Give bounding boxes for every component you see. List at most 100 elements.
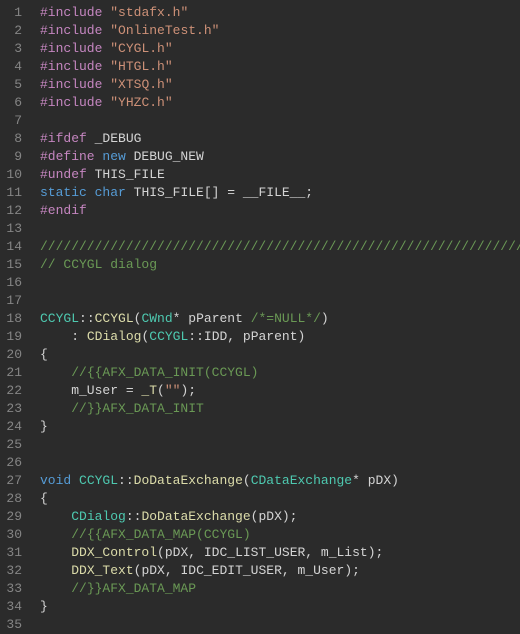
token-id: IDD bbox=[204, 329, 227, 344]
code-line[interactable] bbox=[40, 112, 520, 130]
line-number: 16 bbox=[6, 274, 22, 292]
code-line[interactable]: //}}AFX_DATA_INIT bbox=[40, 400, 520, 418]
token-kw-pp: #include bbox=[40, 23, 102, 38]
token-typ: CCYGL bbox=[149, 329, 188, 344]
line-number: 26 bbox=[6, 454, 22, 472]
code-line[interactable]: #include "HTGL.h" bbox=[40, 58, 520, 76]
token-def: _DEBUG bbox=[95, 131, 142, 146]
code-line[interactable]: CCYGL::CCYGL(CWnd* pParent /*=NULL*/) bbox=[40, 310, 520, 328]
code-line[interactable]: { bbox=[40, 346, 520, 364]
line-number: 20 bbox=[6, 346, 22, 364]
code-line[interactable] bbox=[40, 292, 520, 310]
token-op: ) bbox=[391, 473, 399, 488]
code-line[interactable]: #endif bbox=[40, 202, 520, 220]
code-line[interactable]: CDialog::DoDataExchange(pDX); bbox=[40, 508, 520, 526]
token-id: THIS_FILE[] = __FILE__; bbox=[126, 185, 313, 200]
line-number: 10 bbox=[6, 166, 22, 184]
line-number: 15 bbox=[6, 256, 22, 274]
token-id: pDX bbox=[258, 509, 281, 524]
code-line[interactable]: : CDialog(CCYGL::IDD, pParent) bbox=[40, 328, 520, 346]
token-op: ( bbox=[243, 473, 251, 488]
token-str: "YHZC.h" bbox=[110, 95, 172, 110]
code-line[interactable]: #ifdef _DEBUG bbox=[40, 130, 520, 148]
code-line[interactable]: #include "XTSQ.h" bbox=[40, 76, 520, 94]
line-number: 30 bbox=[6, 526, 22, 544]
code-line[interactable]: DDX_Control(pDX, IDC_LIST_USER, m_List); bbox=[40, 544, 520, 562]
code-line[interactable]: } bbox=[40, 598, 520, 616]
code-line[interactable]: //{{AFX_DATA_INIT(CCYGL) bbox=[40, 364, 520, 382]
token-op: ); bbox=[180, 383, 196, 398]
token-kw-pp: #include bbox=[40, 5, 102, 20]
code-line[interactable]: static char THIS_FILE[] = __FILE__; bbox=[40, 184, 520, 202]
code-line[interactable] bbox=[40, 436, 520, 454]
token-fn: CDialog bbox=[87, 329, 142, 344]
code-line[interactable]: #include "YHZC.h" bbox=[40, 94, 520, 112]
token-fn: CCYGL bbox=[95, 311, 134, 326]
line-number: 22 bbox=[6, 382, 22, 400]
token-id: m_User bbox=[298, 563, 345, 578]
token-id: pDX bbox=[360, 473, 391, 488]
token-id bbox=[87, 185, 95, 200]
token-kw: char bbox=[95, 185, 126, 200]
token-op: * bbox=[352, 473, 360, 488]
token-op: , bbox=[188, 545, 204, 560]
token-typ: CWnd bbox=[141, 311, 172, 326]
token-id: pDX bbox=[141, 563, 164, 578]
code-line[interactable]: { bbox=[40, 490, 520, 508]
code-line[interactable]: DDX_Text(pDX, IDC_EDIT_USER, m_User); bbox=[40, 562, 520, 580]
code-line[interactable]: #undef THIS_FILE bbox=[40, 166, 520, 184]
token-id bbox=[40, 329, 71, 344]
token-op: , bbox=[165, 563, 181, 578]
code-line[interactable] bbox=[40, 274, 520, 292]
token-fn: DoDataExchange bbox=[141, 509, 250, 524]
line-number-gutter: 1234567891011121314151617181920212223242… bbox=[0, 0, 32, 634]
code-line[interactable]: #include "CYGL.h" bbox=[40, 40, 520, 58]
code-line[interactable]: #include "OnlineTest.h" bbox=[40, 22, 520, 40]
line-number: 34 bbox=[6, 598, 22, 616]
token-str: "" bbox=[165, 383, 181, 398]
token-id bbox=[71, 473, 79, 488]
token-op: ) bbox=[298, 329, 306, 344]
code-line[interactable]: #define new DEBUG_NEW bbox=[40, 148, 520, 166]
token-typ: CCYGL bbox=[40, 311, 79, 326]
line-number: 29 bbox=[6, 508, 22, 526]
code-line[interactable]: //}}AFX_DATA_MAP bbox=[40, 580, 520, 598]
code-line[interactable] bbox=[40, 220, 520, 238]
code-line[interactable]: void CCYGL::DoDataExchange(CDataExchange… bbox=[40, 472, 520, 490]
token-id: m_List bbox=[321, 545, 368, 560]
line-number: 6 bbox=[6, 94, 22, 112]
token-op: :: bbox=[188, 329, 204, 344]
code-editor[interactable]: #include "stdafx.h"#include "OnlineTest.… bbox=[32, 0, 520, 634]
line-number: 35 bbox=[6, 616, 22, 634]
token-id bbox=[40, 509, 71, 524]
line-number: 2 bbox=[6, 22, 22, 40]
line-number: 23 bbox=[6, 400, 22, 418]
token-id: m_User = bbox=[40, 383, 141, 398]
code-line[interactable] bbox=[40, 454, 520, 472]
code-line[interactable]: // CCYGL dialog bbox=[40, 256, 520, 274]
token-fn: DoDataExchange bbox=[134, 473, 243, 488]
code-line[interactable]: #include "stdafx.h" bbox=[40, 4, 520, 22]
token-op: ); bbox=[344, 563, 360, 578]
code-line[interactable]: ////////////////////////////////////////… bbox=[40, 238, 520, 256]
token-com: //}}AFX_DATA_INIT bbox=[71, 401, 204, 416]
code-line[interactable]: //{{AFX_DATA_MAP(CCYGL) bbox=[40, 526, 520, 544]
line-number: 21 bbox=[6, 364, 22, 382]
token-id bbox=[40, 365, 71, 380]
token-op: , bbox=[305, 545, 321, 560]
code-line[interactable] bbox=[40, 616, 520, 634]
code-line[interactable]: m_User = _T(""); bbox=[40, 382, 520, 400]
token-com: // CCYGL dialog bbox=[40, 257, 157, 272]
token-fn: DDX_Text bbox=[71, 563, 133, 578]
code-line[interactable]: } bbox=[40, 418, 520, 436]
line-number: 7 bbox=[6, 112, 22, 130]
token-id: pParent bbox=[243, 329, 298, 344]
token-str: "CYGL.h" bbox=[110, 41, 172, 56]
token-op: ( bbox=[157, 383, 165, 398]
token-kw-pp: #endif bbox=[40, 203, 87, 218]
token-kw-pp: #include bbox=[40, 95, 102, 110]
token-id: DEBUG_NEW bbox=[126, 149, 204, 164]
token-op: } bbox=[40, 599, 48, 614]
token-kw-pp: #define bbox=[40, 149, 95, 164]
token-op: ( bbox=[157, 545, 165, 560]
